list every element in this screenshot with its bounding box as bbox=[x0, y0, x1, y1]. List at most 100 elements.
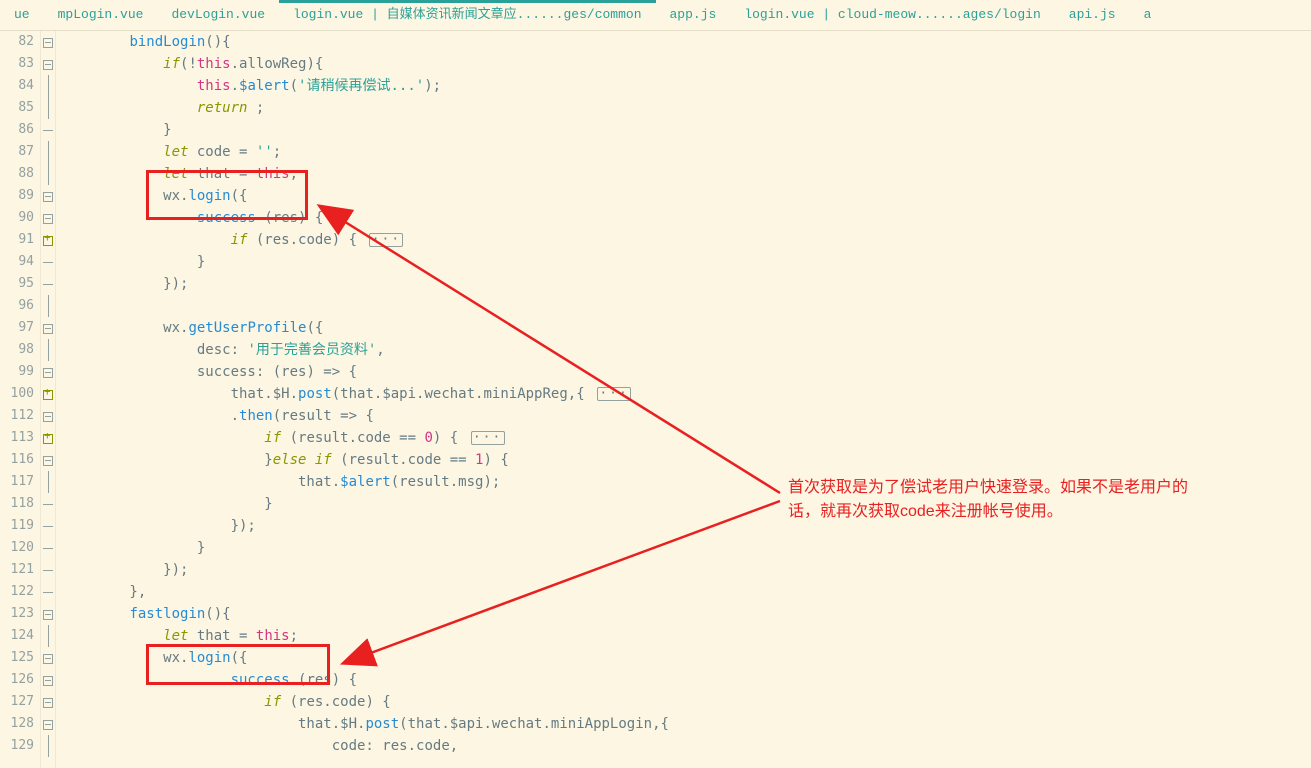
fold-marker[interactable] bbox=[41, 647, 55, 669]
fold-marker[interactable] bbox=[41, 669, 55, 691]
line-number: 100 bbox=[0, 383, 40, 405]
line-number: 127 bbox=[0, 691, 40, 713]
code-line[interactable]: return ; bbox=[62, 97, 1311, 119]
fold-marker bbox=[41, 559, 55, 581]
code-line[interactable]: } bbox=[62, 493, 1311, 515]
fold-gutter[interactable] bbox=[41, 31, 56, 768]
code-line[interactable]: } bbox=[62, 537, 1311, 559]
line-number: 120 bbox=[0, 537, 40, 559]
fold-marker[interactable] bbox=[41, 185, 55, 207]
tab-7[interactable]: a bbox=[1130, 0, 1166, 30]
line-number-gutter: 8283848586878889909194959697989910011211… bbox=[0, 31, 41, 768]
fold-marker[interactable] bbox=[41, 361, 55, 383]
line-number: 129 bbox=[0, 735, 40, 757]
fold-marker bbox=[41, 119, 55, 141]
fold-marker[interactable] bbox=[41, 317, 55, 339]
line-number: 112 bbox=[0, 405, 40, 427]
tab-4[interactable]: app.js bbox=[656, 0, 731, 30]
fold-marker bbox=[41, 97, 55, 119]
line-number: 122 bbox=[0, 581, 40, 603]
code-line[interactable]: }); bbox=[62, 559, 1311, 581]
fold-marker[interactable] bbox=[41, 427, 55, 449]
line-number: 91 bbox=[0, 229, 40, 251]
code-line[interactable]: fastlogin(){ bbox=[62, 603, 1311, 625]
line-number: 125 bbox=[0, 647, 40, 669]
fold-marker bbox=[41, 581, 55, 603]
folded-code-icon[interactable] bbox=[471, 431, 505, 445]
fold-marker bbox=[41, 537, 55, 559]
fold-marker bbox=[41, 515, 55, 537]
line-number: 118 bbox=[0, 493, 40, 515]
code-line[interactable]: wx.getUserProfile({ bbox=[62, 317, 1311, 339]
line-number: 126 bbox=[0, 669, 40, 691]
code-line[interactable]: success (res) { bbox=[62, 207, 1311, 229]
tab-2[interactable]: devLogin.vue bbox=[157, 0, 279, 30]
code-line[interactable]: wx.login({ bbox=[62, 647, 1311, 669]
code-line[interactable]: that.$H.post(that.$api.wechat.miniAppLog… bbox=[62, 713, 1311, 735]
tab-6[interactable]: api.js bbox=[1055, 0, 1130, 30]
line-number: 84 bbox=[0, 75, 40, 97]
fold-marker bbox=[41, 251, 55, 273]
code-line[interactable] bbox=[62, 295, 1311, 317]
fold-marker[interactable] bbox=[41, 691, 55, 713]
code-line[interactable]: } bbox=[62, 251, 1311, 273]
code-line[interactable]: success (res) { bbox=[62, 669, 1311, 691]
code-line[interactable]: .then(result => { bbox=[62, 405, 1311, 427]
fold-marker[interactable] bbox=[41, 603, 55, 625]
code-line[interactable]: that.$H.post(that.$api.wechat.miniAppReg… bbox=[62, 383, 1311, 405]
code-line[interactable]: if (res.code) { bbox=[62, 691, 1311, 713]
line-number: 96 bbox=[0, 295, 40, 317]
fold-marker[interactable] bbox=[41, 383, 55, 405]
folded-code-icon[interactable] bbox=[369, 233, 403, 247]
tab-bar: uempLogin.vuedevLogin.vuelogin.vue | 自媒体… bbox=[0, 0, 1311, 31]
fold-marker[interactable] bbox=[41, 207, 55, 229]
line-number: 83 bbox=[0, 53, 40, 75]
code-line[interactable]: }); bbox=[62, 515, 1311, 537]
code-line[interactable]: }else if (result.code == 1) { bbox=[62, 449, 1311, 471]
line-number: 82 bbox=[0, 31, 40, 53]
code-line[interactable]: if (res.code) { bbox=[62, 229, 1311, 251]
code-line[interactable]: this.$alert('请稍候再偿试...'); bbox=[62, 75, 1311, 97]
line-number: 86 bbox=[0, 119, 40, 141]
code-line[interactable]: desc: '用于完善会员资料', bbox=[62, 339, 1311, 361]
code-line[interactable]: }, bbox=[62, 581, 1311, 603]
code-line[interactable]: success: (res) => { bbox=[62, 361, 1311, 383]
line-number: 87 bbox=[0, 141, 40, 163]
code-line[interactable]: bindLogin(){ bbox=[62, 31, 1311, 53]
line-number: 121 bbox=[0, 559, 40, 581]
tab-1[interactable]: mpLogin.vue bbox=[44, 0, 158, 30]
line-number: 117 bbox=[0, 471, 40, 493]
fold-marker bbox=[41, 493, 55, 515]
code-line[interactable]: wx.login({ bbox=[62, 185, 1311, 207]
code-line[interactable]: let that = this; bbox=[62, 163, 1311, 185]
line-number: 119 bbox=[0, 515, 40, 537]
code-line[interactable]: } bbox=[62, 119, 1311, 141]
fold-marker bbox=[41, 75, 55, 97]
line-number: 124 bbox=[0, 625, 40, 647]
code-line[interactable]: if (result.code == 0) { bbox=[62, 427, 1311, 449]
line-number: 123 bbox=[0, 603, 40, 625]
fold-marker bbox=[41, 339, 55, 361]
fold-marker bbox=[41, 273, 55, 295]
fold-marker[interactable] bbox=[41, 229, 55, 251]
code-line[interactable]: that.$alert(result.msg); bbox=[62, 471, 1311, 493]
code-line[interactable]: }); bbox=[62, 273, 1311, 295]
code-editor[interactable]: 8283848586878889909194959697989910011211… bbox=[0, 31, 1311, 768]
code-area[interactable]: bindLogin(){ if(!this.allowReg){ this.$a… bbox=[56, 31, 1311, 768]
code-line[interactable]: let code = ''; bbox=[62, 141, 1311, 163]
tab-5[interactable]: login.vue | cloud-meow......ages/login bbox=[730, 0, 1054, 30]
code-line[interactable]: if(!this.allowReg){ bbox=[62, 53, 1311, 75]
line-number: 85 bbox=[0, 97, 40, 119]
code-line[interactable]: code: res.code, bbox=[62, 735, 1311, 757]
code-line[interactable]: let that = this; bbox=[62, 625, 1311, 647]
fold-marker[interactable] bbox=[41, 449, 55, 471]
fold-marker[interactable] bbox=[41, 31, 55, 53]
tab-0[interactable]: ue bbox=[0, 0, 44, 30]
fold-marker[interactable] bbox=[41, 405, 55, 427]
fold-marker bbox=[41, 141, 55, 163]
line-number: 99 bbox=[0, 361, 40, 383]
fold-marker[interactable] bbox=[41, 53, 55, 75]
folded-code-icon[interactable] bbox=[597, 387, 631, 401]
tab-3[interactable]: login.vue | 自媒体资讯新闻文章应......ges/common bbox=[279, 0, 655, 30]
fold-marker[interactable] bbox=[41, 713, 55, 735]
